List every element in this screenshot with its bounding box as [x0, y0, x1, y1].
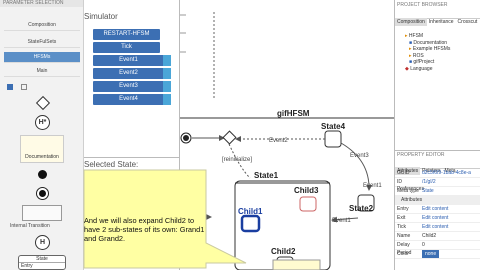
event2-strip	[163, 68, 171, 79]
palette-header: PARAMETER SELECTION	[0, 0, 83, 7]
transition-event4: Event2	[269, 138, 288, 144]
prop-row-exit[interactable]: Exit Edit content	[395, 214, 480, 223]
palette-item-statefulsets[interactable]: StateFulSets	[4, 37, 80, 48]
palette-item-hfsms[interactable]: HFSMs	[4, 52, 80, 63]
prop-row-name[interactable]: Name Child2	[395, 232, 480, 241]
event4-button[interactable]: Event4	[93, 94, 164, 105]
event3-strip	[163, 81, 171, 92]
state1-label: State1	[254, 171, 279, 180]
transition-event2: Event1	[363, 183, 382, 189]
documentation-label: Documentation	[25, 154, 59, 160]
state4-box[interactable]	[324, 130, 342, 148]
prop-row-color[interactable]: Color none	[395, 250, 480, 259]
tree-item-gifproject[interactable]: ■ gifProject	[409, 59, 434, 65]
attributes-section-header[interactable]: Attributes	[395, 196, 480, 205]
palette-item-composition[interactable]: Composition	[4, 20, 80, 31]
prop-row-meta-type[interactable]: Meta type State	[395, 187, 480, 196]
event4-strip	[163, 94, 171, 105]
project-browser-header: PROJECT BROWSER	[397, 2, 448, 8]
restart-hfsm-button[interactable]: RESTART-HFSM	[93, 29, 160, 40]
prop-row-id[interactable]: ID/1/gl/2	[395, 178, 480, 187]
property-editor-header: PROPERTY EDITOR	[397, 152, 445, 158]
documentation-shape[interactable]: Documentation	[20, 135, 64, 163]
grid-view-icon[interactable]	[7, 84, 13, 90]
choice-diamond-icon[interactable]	[35, 95, 51, 111]
choice-diamond[interactable]	[222, 130, 237, 145]
caption-text: And we will also expand Child2 to have 2…	[84, 216, 205, 243]
tab-crosscut[interactable]: Crosscut	[456, 18, 480, 26]
tree-item-hfsm[interactable]: ▸ HFSM	[405, 33, 423, 39]
prop-row-delay-period[interactable]: Delay Period 0	[395, 241, 480, 256]
state4-label: State4	[321, 122, 346, 131]
state-shape-entry: Entry	[21, 263, 33, 269]
final-state-icon[interactable]	[36, 187, 49, 200]
palette-item-main[interactable]: Main	[4, 66, 80, 77]
initial-pseudostate[interactable]	[183, 135, 189, 141]
tab-composition[interactable]: Composition	[395, 18, 427, 26]
child3-box[interactable]	[299, 196, 317, 212]
event2-button[interactable]: Event2	[93, 68, 164, 79]
diagram-title: gifHFSM	[277, 109, 310, 118]
shallow-history-icon[interactable]: H	[35, 235, 50, 250]
state-shape-label: State	[19, 256, 65, 263]
project-browser-panel: PROJECT BROWSER Composition Inheritance Cr…	[394, 0, 480, 150]
child2-label: Child2	[271, 247, 296, 256]
tick-button[interactable]: Tick	[93, 42, 160, 53]
child2-tooltip	[272, 259, 321, 270]
deep-history-icon[interactable]: H*	[35, 115, 50, 130]
transition-guard: [reinitialize]	[222, 157, 252, 163]
list-view-icon[interactable]	[21, 84, 27, 90]
prop-row-entry[interactable]: Entry Edit content	[395, 205, 480, 214]
simulator-title: Simulator	[84, 12, 118, 21]
event3-button[interactable]: Event3	[93, 81, 164, 92]
internal-transition-label: Internal Transition	[10, 223, 50, 229]
property-editor-panel: PROPERTY EDITOR Attributes Pointers MetaPr…	[394, 150, 480, 270]
simulator-divider	[84, 157, 180, 158]
event1-strip	[163, 55, 171, 66]
initial-state-icon[interactable]	[38, 170, 47, 179]
event1-button[interactable]: Event1	[93, 55, 164, 66]
prop-row-tick[interactable]: Tick Edit content	[395, 223, 480, 232]
tree-item-example-hfsms[interactable]: ▸ Example HFSMs	[409, 46, 450, 52]
prop-row-guid[interactable]: GUID d2c5f6f9-1bab-4c8e-a	[395, 169, 480, 178]
tree-item-language[interactable]: ◆ Language	[405, 66, 432, 72]
internal-transition-shape[interactable]	[22, 205, 62, 221]
transition-event1: Event1	[332, 218, 351, 224]
part-browser-panel: PARAMETER SELECTION Composition StateFul…	[0, 0, 84, 270]
state-shape[interactable]: State Entry	[18, 255, 66, 270]
state2-label: State2	[349, 204, 374, 213]
child3-label: Child3	[294, 186, 319, 195]
transition-event3: Event3	[350, 153, 369, 159]
tab-inheritance[interactable]: Inheritance	[427, 18, 456, 26]
